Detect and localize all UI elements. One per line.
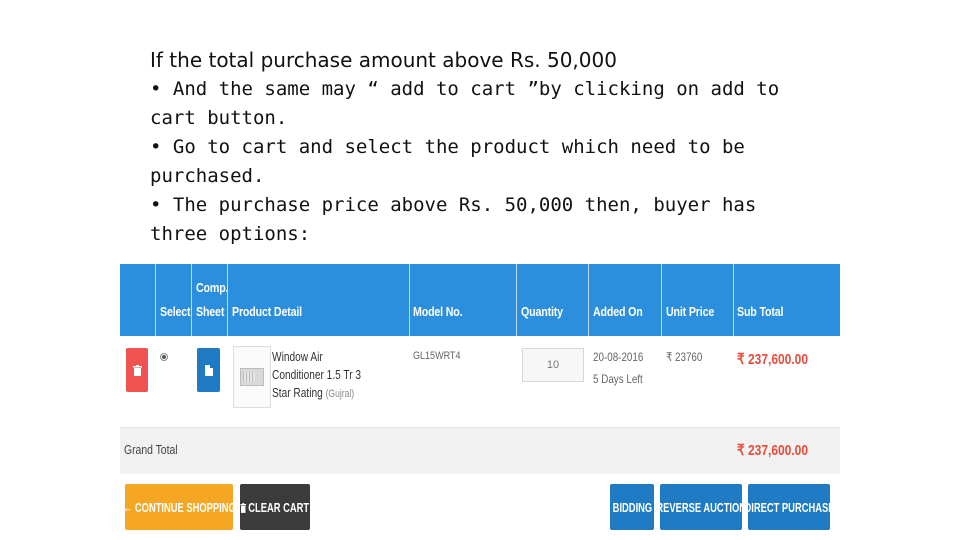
header-comp-sheet-2: Sheet	[196, 304, 225, 319]
clear-cart-button[interactable]: CLEAR CART	[240, 484, 310, 530]
reverse-auction-label: REVERSE AUCTION	[656, 499, 746, 515]
grand-total-row	[120, 428, 840, 474]
header-select: Select	[160, 304, 191, 319]
comparison-sheet-button[interactable]	[197, 348, 220, 392]
header-sub-total: Sub Total	[737, 304, 784, 319]
intro-line: If the total purchase amount above Rs. 5…	[150, 48, 617, 72]
clear-cart-label: CLEAR CART	[240, 499, 310, 515]
header-quantity: Quantity	[521, 304, 563, 319]
bidding-button[interactable]: BIDDING	[610, 484, 654, 530]
bullet-line: purchased.	[150, 165, 265, 187]
air-conditioner-image	[240, 368, 264, 386]
bullet-line: cart button.	[150, 107, 288, 129]
header-added-on: Added On	[593, 304, 643, 319]
direct-purchase-label: DIRECT PURCHASE	[744, 499, 834, 515]
bullet-line: • Go to cart and select the product whic…	[150, 136, 745, 158]
direct-purchase-button[interactable]: DIRECT PURCHASE	[744, 484, 834, 530]
table-row	[120, 336, 840, 428]
days-left: 5 Days Left	[593, 372, 643, 386]
delete-item-button[interactable]	[126, 348, 148, 392]
continue-shopping-button[interactable]: ← CONTINUE SHOPPING	[122, 484, 236, 530]
trash-icon	[240, 502, 247, 513]
select-item-radio[interactable]	[160, 353, 168, 361]
bidding-label: BIDDING	[612, 499, 652, 515]
bullet-line: • The purchase price above Rs. 50,000 th…	[150, 194, 757, 216]
trash-icon	[132, 364, 142, 376]
cart-header: Select Comp. Sheet Product Detail Model …	[120, 264, 840, 336]
cart-table: Select Comp. Sheet Product Detail Model …	[120, 264, 840, 474]
grand-total-value: ₹ 237,600.00	[737, 442, 809, 459]
product-name[interactable]: Window Air Conditioner 1.5 Tr 3 Star Rat…	[272, 348, 369, 403]
model-number: GL15WRT4	[413, 350, 461, 362]
continue-shopping-label: ← CONTINUE SHOPPING	[122, 499, 236, 515]
bullet-line: • And the same may “ add to cart ”by cli…	[150, 78, 780, 100]
quantity-input[interactable]: 10	[522, 348, 584, 382]
header-product-detail: Product Detail	[232, 304, 302, 319]
grand-total-label: Grand Total	[124, 442, 178, 457]
header-model-no: Model No.	[413, 304, 463, 319]
unit-price: ₹ 23760	[666, 350, 703, 364]
header-unit-price: Unit Price	[666, 304, 715, 319]
slide-text: If the total purchase amount above Rs. 5…	[150, 46, 830, 249]
reverse-auction-button[interactable]: REVERSE AUCTION	[656, 484, 746, 530]
added-date: 20-08-2016	[593, 350, 644, 364]
product-thumbnail[interactable]	[233, 346, 271, 408]
clear-cart-text: CLEAR CART	[248, 499, 310, 515]
bullet-line: three options:	[150, 223, 311, 245]
document-icon	[204, 364, 213, 376]
item-sub-total: ₹ 237,600.00	[737, 351, 809, 368]
header-comp-sheet-1: Comp.	[196, 280, 229, 295]
product-brand: (Gujral)	[325, 388, 355, 400]
